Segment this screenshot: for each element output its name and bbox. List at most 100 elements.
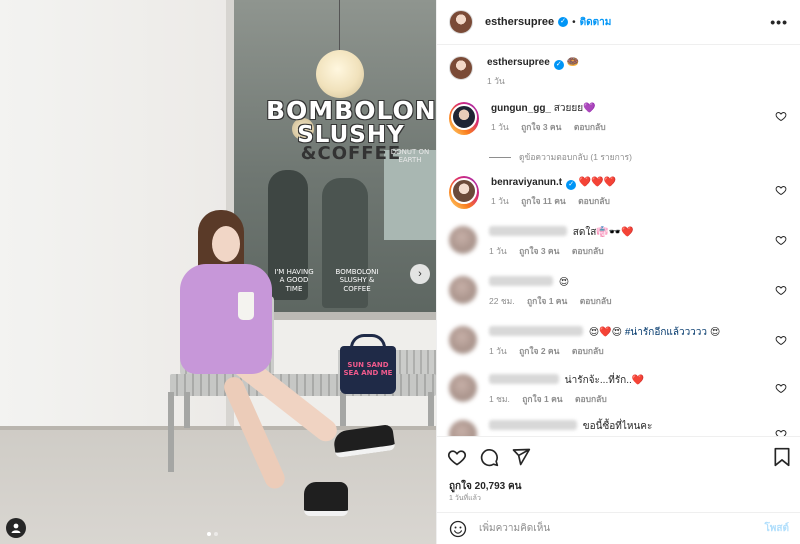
likes-count[interactable]: ถูกใจ 20,793 คน	[449, 479, 522, 494]
replies-line	[489, 156, 511, 158]
bookmark-icon[interactable]	[773, 447, 791, 467]
carousel-dots	[207, 532, 218, 536]
comment-item: น่ารักจ้ะ...ที่รัก..❤️ 1 ชม. ถูกใจ 1 คน …	[449, 374, 795, 405]
view-replies-label: ดูข้อความตอบกลับ (1 รายการ)	[519, 152, 632, 162]
reply-button[interactable]: ตอบกลับ	[578, 196, 610, 206]
view-replies-button[interactable]: ดูข้อความตอบกลับ (1 รายการ)	[489, 150, 632, 164]
comment-likes[interactable]: ถูกใจ 3 คน	[521, 122, 561, 132]
comment-like-icon[interactable]	[775, 334, 787, 346]
person-icon	[11, 523, 21, 533]
photo-bench-leg	[428, 392, 434, 426]
reply-button[interactable]: ตอบกลับ	[574, 122, 606, 132]
reply-button[interactable]: ตอบกลับ	[575, 394, 607, 404]
comment-item: 😍❤️😍 #น่ารักอีกแล้ววววว 😍 1 วัน ถูกใจ 2 …	[449, 326, 795, 357]
commenter-avatar[interactable]	[449, 420, 477, 436]
window-text-1: I'M HAVING A GOOD TIME	[274, 268, 314, 293]
post-comment-button[interactable]: โพสต์	[764, 521, 789, 536]
author-avatar[interactable]	[449, 10, 473, 34]
comment-item: 😍 22 ชม. ถูกใจ 1 คน ตอบกลับ	[449, 276, 795, 307]
comment-likes[interactable]: ถูกใจ 1 คน	[522, 394, 562, 404]
comment-time: 22 ชม.	[489, 296, 515, 306]
comment-like-icon[interactable]	[775, 382, 787, 394]
post-timestamp[interactable]: 1 วันที่แล้ว	[449, 493, 481, 504]
comment-text: ขอนี้ซื้อที่ไหนคะ	[582, 421, 653, 432]
comment-text: 😍❤️😍	[588, 327, 623, 338]
comment-item: benraviyanun.t ✓ ❤️❤️❤️ 1 วัน ถูกใจ 11 คน…	[449, 176, 795, 209]
comment-time: 1 วัน	[489, 246, 507, 256]
photo-bench-seat	[170, 374, 436, 396]
heart-icon[interactable]	[447, 447, 467, 467]
comment-like-icon[interactable]	[775, 284, 787, 296]
photo-lamp-cord	[339, 0, 340, 52]
commenter-avatar[interactable]	[449, 226, 477, 254]
window-text-2: BOMBOLONI SLUSHY & COFFEE	[335, 268, 379, 293]
comment-text: น่ารักจ้ะ...ที่รัก..❤️	[564, 375, 645, 386]
story-ring[interactable]	[449, 176, 479, 209]
comment-item: สดใส👘🕶️❤️ 1 วัน ถูกใจ 3 คน ตอบกลับ	[449, 226, 795, 257]
carousel-dot	[214, 532, 218, 536]
photo-pendant-lamp	[316, 50, 364, 98]
comment-like-icon[interactable]	[775, 184, 787, 196]
photo-bag-text: SUN SAND SEA AND ME	[343, 361, 393, 377]
story-ring[interactable]	[449, 102, 479, 135]
commenter-avatar	[451, 178, 477, 204]
commenter-username-blurred[interactable]	[489, 420, 577, 430]
commenter-username[interactable]: gungun_gg_	[491, 103, 551, 114]
comment-text: สดใส👘🕶️❤️	[572, 227, 634, 238]
sign-line-1: BOMBOLONI	[266, 96, 436, 125]
commenter-username-blurred[interactable]	[489, 276, 553, 286]
commenter-username-blurred[interactable]	[489, 226, 567, 236]
comment-hashtag[interactable]: #น่ารักอีกแล้ววววว	[625, 327, 707, 338]
carousel-dot-active	[207, 532, 211, 536]
smiley-icon[interactable]	[449, 520, 467, 538]
comment-like-icon[interactable]	[775, 234, 787, 246]
post-photo[interactable]: BOMBOLONI SLUSHY &COFFEE I'M HAVING A GO…	[0, 0, 436, 544]
comment-likes[interactable]: ถูกใจ 2 คน	[519, 346, 559, 356]
commenter-avatar[interactable]	[449, 326, 477, 354]
comment-trailing-emoji: 😍	[709, 327, 721, 338]
caption-avatar[interactable]	[449, 56, 473, 80]
comment-likes[interactable]: ถูกใจ 3 คน	[519, 246, 559, 256]
author-username[interactable]: esthersupree	[485, 16, 554, 28]
send-icon[interactable]	[511, 447, 531, 467]
reply-button[interactable]: ตอบกลับ	[580, 296, 612, 306]
follow-button[interactable]: ติดตาม	[580, 15, 612, 30]
post-caption: esthersupree ✓ 🍩 1 วัน	[449, 56, 795, 87]
comment-item: ขอนี้ซื้อที่ไหนคะ	[449, 420, 795, 436]
verified-badge-icon: ✓	[558, 17, 569, 27]
photo-woman-face	[212, 226, 240, 262]
comment-like-icon[interactable]	[775, 110, 787, 122]
add-comment-bar: เพิ่มความคิดเห็น โพสต์	[437, 512, 800, 544]
reply-button[interactable]: ตอบกลับ	[572, 246, 604, 256]
commenter-username-blurred[interactable]	[489, 326, 583, 336]
tagged-users-button[interactable]	[6, 518, 26, 538]
comment-like-icon[interactable]	[775, 428, 787, 436]
comment-likes[interactable]: ถูกใจ 1 คน	[527, 296, 567, 306]
comments-list[interactable]: esthersupree ✓ 🍩 1 วัน gungun_gg_ สวยยย💜 …	[437, 46, 800, 436]
carousel-next-button[interactable]: ›	[410, 264, 430, 284]
comment-time: 1 วัน	[491, 196, 509, 206]
commenter-username[interactable]: benraviyanun.t	[491, 177, 562, 188]
caption-username[interactable]: esthersupree	[487, 57, 550, 68]
commenter-avatar[interactable]	[449, 374, 477, 402]
comment-input[interactable]: เพิ่มความคิดเห็น	[479, 521, 764, 536]
caption-text: 🍩	[566, 57, 580, 68]
caption-time: 1 วัน	[487, 76, 505, 86]
photo-woman-outfit	[180, 264, 272, 374]
photo-sneaker	[304, 482, 348, 516]
more-options-icon[interactable]: •••	[770, 14, 788, 30]
comment-icon[interactable]	[479, 447, 499, 467]
comment-text: 😍	[558, 277, 570, 288]
reply-button[interactable]: ตอบกลับ	[572, 346, 604, 356]
comment-text: ❤️❤️❤️	[578, 177, 617, 188]
commenter-username-blurred[interactable]	[489, 374, 559, 384]
post-header: esthersupree ✓ • ติดตาม •••	[437, 0, 800, 45]
commenter-avatar[interactable]	[449, 276, 477, 304]
verified-badge-icon: ✓	[553, 60, 564, 70]
verified-badge-icon: ✓	[566, 180, 577, 190]
comment-time: 1 วัน	[491, 122, 509, 132]
photo-bench-leg	[168, 392, 174, 472]
comment-likes[interactable]: ถูกใจ 11 คน	[521, 196, 566, 206]
comment-time: 1 ชม.	[489, 394, 510, 404]
comment-time: 1 วัน	[489, 346, 507, 356]
